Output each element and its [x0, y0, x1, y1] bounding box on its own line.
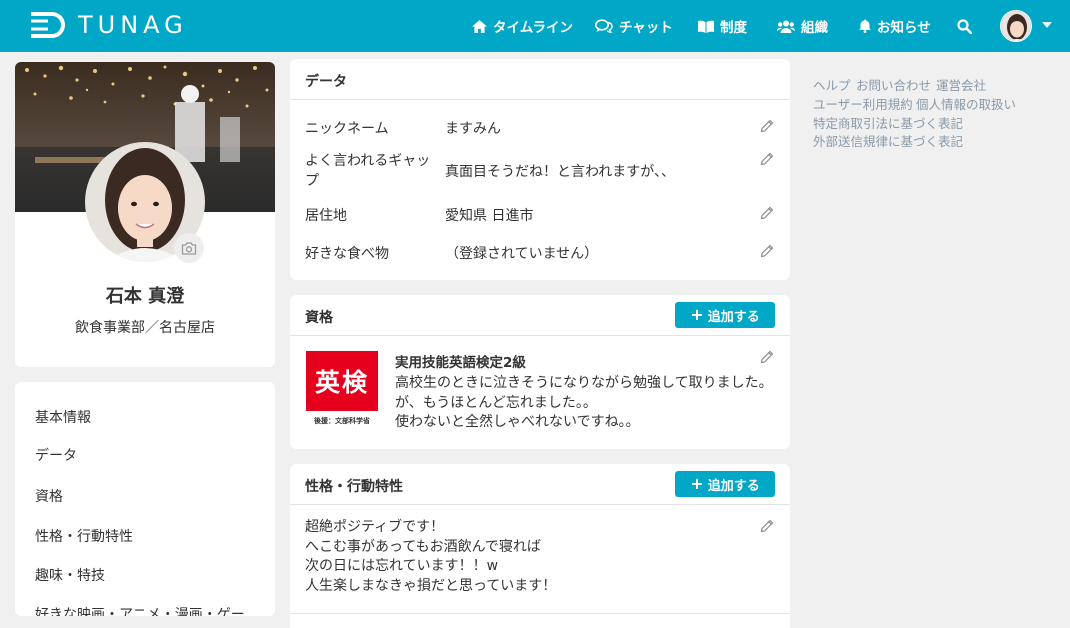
- users-icon: [777, 20, 795, 33]
- search-icon: [957, 18, 972, 34]
- row-label-nickname: ニックネーム: [305, 121, 389, 137]
- user-avatar-image: [1001, 11, 1031, 41]
- row-value-favorite-food: （登録されていません）: [445, 246, 599, 262]
- sidenav-item-favorite-media[interactable]: 好きな映画・アニメ・漫画・ゲー: [35, 604, 245, 616]
- row-value-residence: 愛知県 日進市: [445, 208, 534, 224]
- nav-chat[interactable]: チャット: [595, 0, 673, 52]
- qualifications-panel-title: 資格: [305, 310, 333, 326]
- row-value-gap: 真面目そうだね！と言われますが、、: [445, 164, 676, 180]
- row-label-gap: よく言われるギャップ: [305, 153, 431, 189]
- add-personality-label: 追加する: [707, 478, 760, 494]
- home-icon: [472, 19, 487, 33]
- edit-residence-pencil-icon[interactable]: [760, 206, 774, 220]
- qualification-line: が、もうほとんど忘れました。。: [395, 395, 597, 411]
- nav-organization-label: 組織: [801, 20, 828, 36]
- nav-organization[interactable]: 組織: [777, 0, 828, 52]
- eiken-badge: 英検 後援：文部科学省: [305, 350, 379, 428]
- nav-timeline-label: タイムライン: [493, 20, 574, 36]
- add-personality-button[interactable]: + 追加する: [675, 471, 775, 497]
- edit-nickname-pencil-icon[interactable]: [760, 119, 774, 133]
- edit-qualification-pencil-icon[interactable]: [760, 350, 774, 364]
- footer-link-company[interactable]: 運営会社: [936, 75, 986, 94]
- data-panel: データ ニックネーム ますみん よく言われるギャップ 真面目そうだね！と言われま…: [290, 59, 790, 280]
- footer-link-contact[interactable]: お問い合わせ: [856, 75, 931, 94]
- data-panel-header: データ: [290, 59, 790, 100]
- account-menu-caret[interactable]: [1042, 22, 1052, 28]
- sidenav-item-basic-info[interactable]: 基本情報: [35, 407, 91, 427]
- nav-notifications[interactable]: お知らせ: [859, 0, 931, 52]
- sidenav-item-qualifications[interactable]: 資格: [35, 486, 63, 506]
- search-button[interactable]: [957, 0, 978, 52]
- nav-system[interactable]: 制度: [698, 0, 747, 52]
- sidenav-item-personality[interactable]: 性格・行動特性: [35, 526, 133, 546]
- personality-line: へこむ事があってもお酒飲んで寝れば: [305, 539, 541, 555]
- personality-panel-header: 性格・行動特性 + 追加する: [290, 464, 790, 505]
- footer-link-external-transmission[interactable]: 外部送信規律に基づく表記: [813, 131, 963, 150]
- personality-line: 超絶ポジティブです！: [305, 519, 445, 535]
- nav-timeline[interactable]: タイムライン: [472, 0, 573, 52]
- plus-icon: +: [690, 305, 704, 324]
- personality-divider: [290, 613, 790, 614]
- row-label-favorite-food: 好きな食べ物: [305, 246, 389, 262]
- user-avatar[interactable]: [1000, 10, 1032, 42]
- row-label-residence: 居住地: [305, 208, 347, 224]
- footer-link-commercial-law[interactable]: 特定商取引法に基づく表記: [813, 113, 963, 132]
- personality-line: 次の日には忘れています！！w: [305, 558, 499, 574]
- personality-panel-title: 性格・行動特性: [305, 479, 403, 495]
- qualifications-panel: 資格 + 追加する 英検 後援：文部科学省 実用技能英語検定2級 高校生のときに…: [290, 295, 790, 449]
- profile-department: 飲食事業部／名古屋店: [75, 320, 215, 336]
- sidenav-item-data[interactable]: データ: [35, 445, 77, 465]
- qualifications-panel-header: 資格 + 追加する: [290, 295, 790, 336]
- edit-favorite-food-pencil-icon[interactable]: [760, 244, 774, 258]
- row-value-nickname: ますみん: [445, 121, 501, 137]
- nav-chat-label: チャット: [619, 20, 673, 36]
- bell-icon: [859, 19, 871, 33]
- eiken-badge-text: 英検: [314, 368, 369, 397]
- footer-link-privacy[interactable]: 個人情報の取扱い: [916, 94, 1016, 113]
- plus-icon: +: [690, 474, 704, 493]
- eiken-badge-block: 英検: [306, 351, 378, 411]
- personality-line: 人生楽しまなきゃ損だと思っています！: [305, 578, 557, 594]
- chat-icon: [595, 19, 613, 33]
- add-qualification-button[interactable]: + 追加する: [675, 302, 775, 328]
- sidenav-item-hobbies[interactable]: 趣味・特技: [35, 565, 105, 585]
- profile-card: 石本 真澄 飲食事業部／名古屋店: [15, 62, 275, 367]
- eiken-badge-caption: 後援：文部科学省: [314, 417, 370, 425]
- brand-name: TUNAG: [78, 11, 188, 39]
- book-icon: [698, 20, 714, 33]
- qualification-line: 高校生のときに泣きそうになりながら勉強して取りました。: [395, 375, 773, 391]
- add-qualification-label: 追加する: [707, 309, 760, 325]
- change-photo-button[interactable]: [174, 233, 204, 263]
- camera-icon: [181, 241, 197, 255]
- profile-section-nav: 基本情報 データ 資格 性格・行動特性 趣味・特技 好きな映画・アニメ・漫画・ゲ…: [15, 382, 275, 616]
- nav-notifications-label: お知らせ: [877, 20, 931, 36]
- edit-personality-pencil-icon[interactable]: [760, 519, 774, 533]
- personality-panel: 性格・行動特性 + 追加する 超絶ポジティブです！ へこむ事があってもお酒飲んで…: [290, 464, 790, 628]
- nav-system-label: 制度: [720, 20, 747, 36]
- tunag-logo-icon: [31, 12, 65, 38]
- footer-link-terms[interactable]: ユーザー利用規約: [813, 94, 913, 113]
- profile-name: 石本 真澄: [105, 286, 185, 307]
- top-header: TUNAG タイムライン チャット 制度 組織 お知らせ: [0, 0, 1070, 52]
- footer-link-help[interactable]: ヘルプ: [813, 75, 851, 94]
- brand-logo[interactable]: TUNAG: [28, 10, 188, 40]
- data-panel-title: データ: [305, 74, 347, 90]
- qualification-line: 使わないと全然しゃべれないですね。。: [395, 414, 640, 430]
- qualification-title: 実用技能英語検定2級: [395, 355, 526, 371]
- edit-gap-pencil-icon[interactable]: [760, 152, 774, 166]
